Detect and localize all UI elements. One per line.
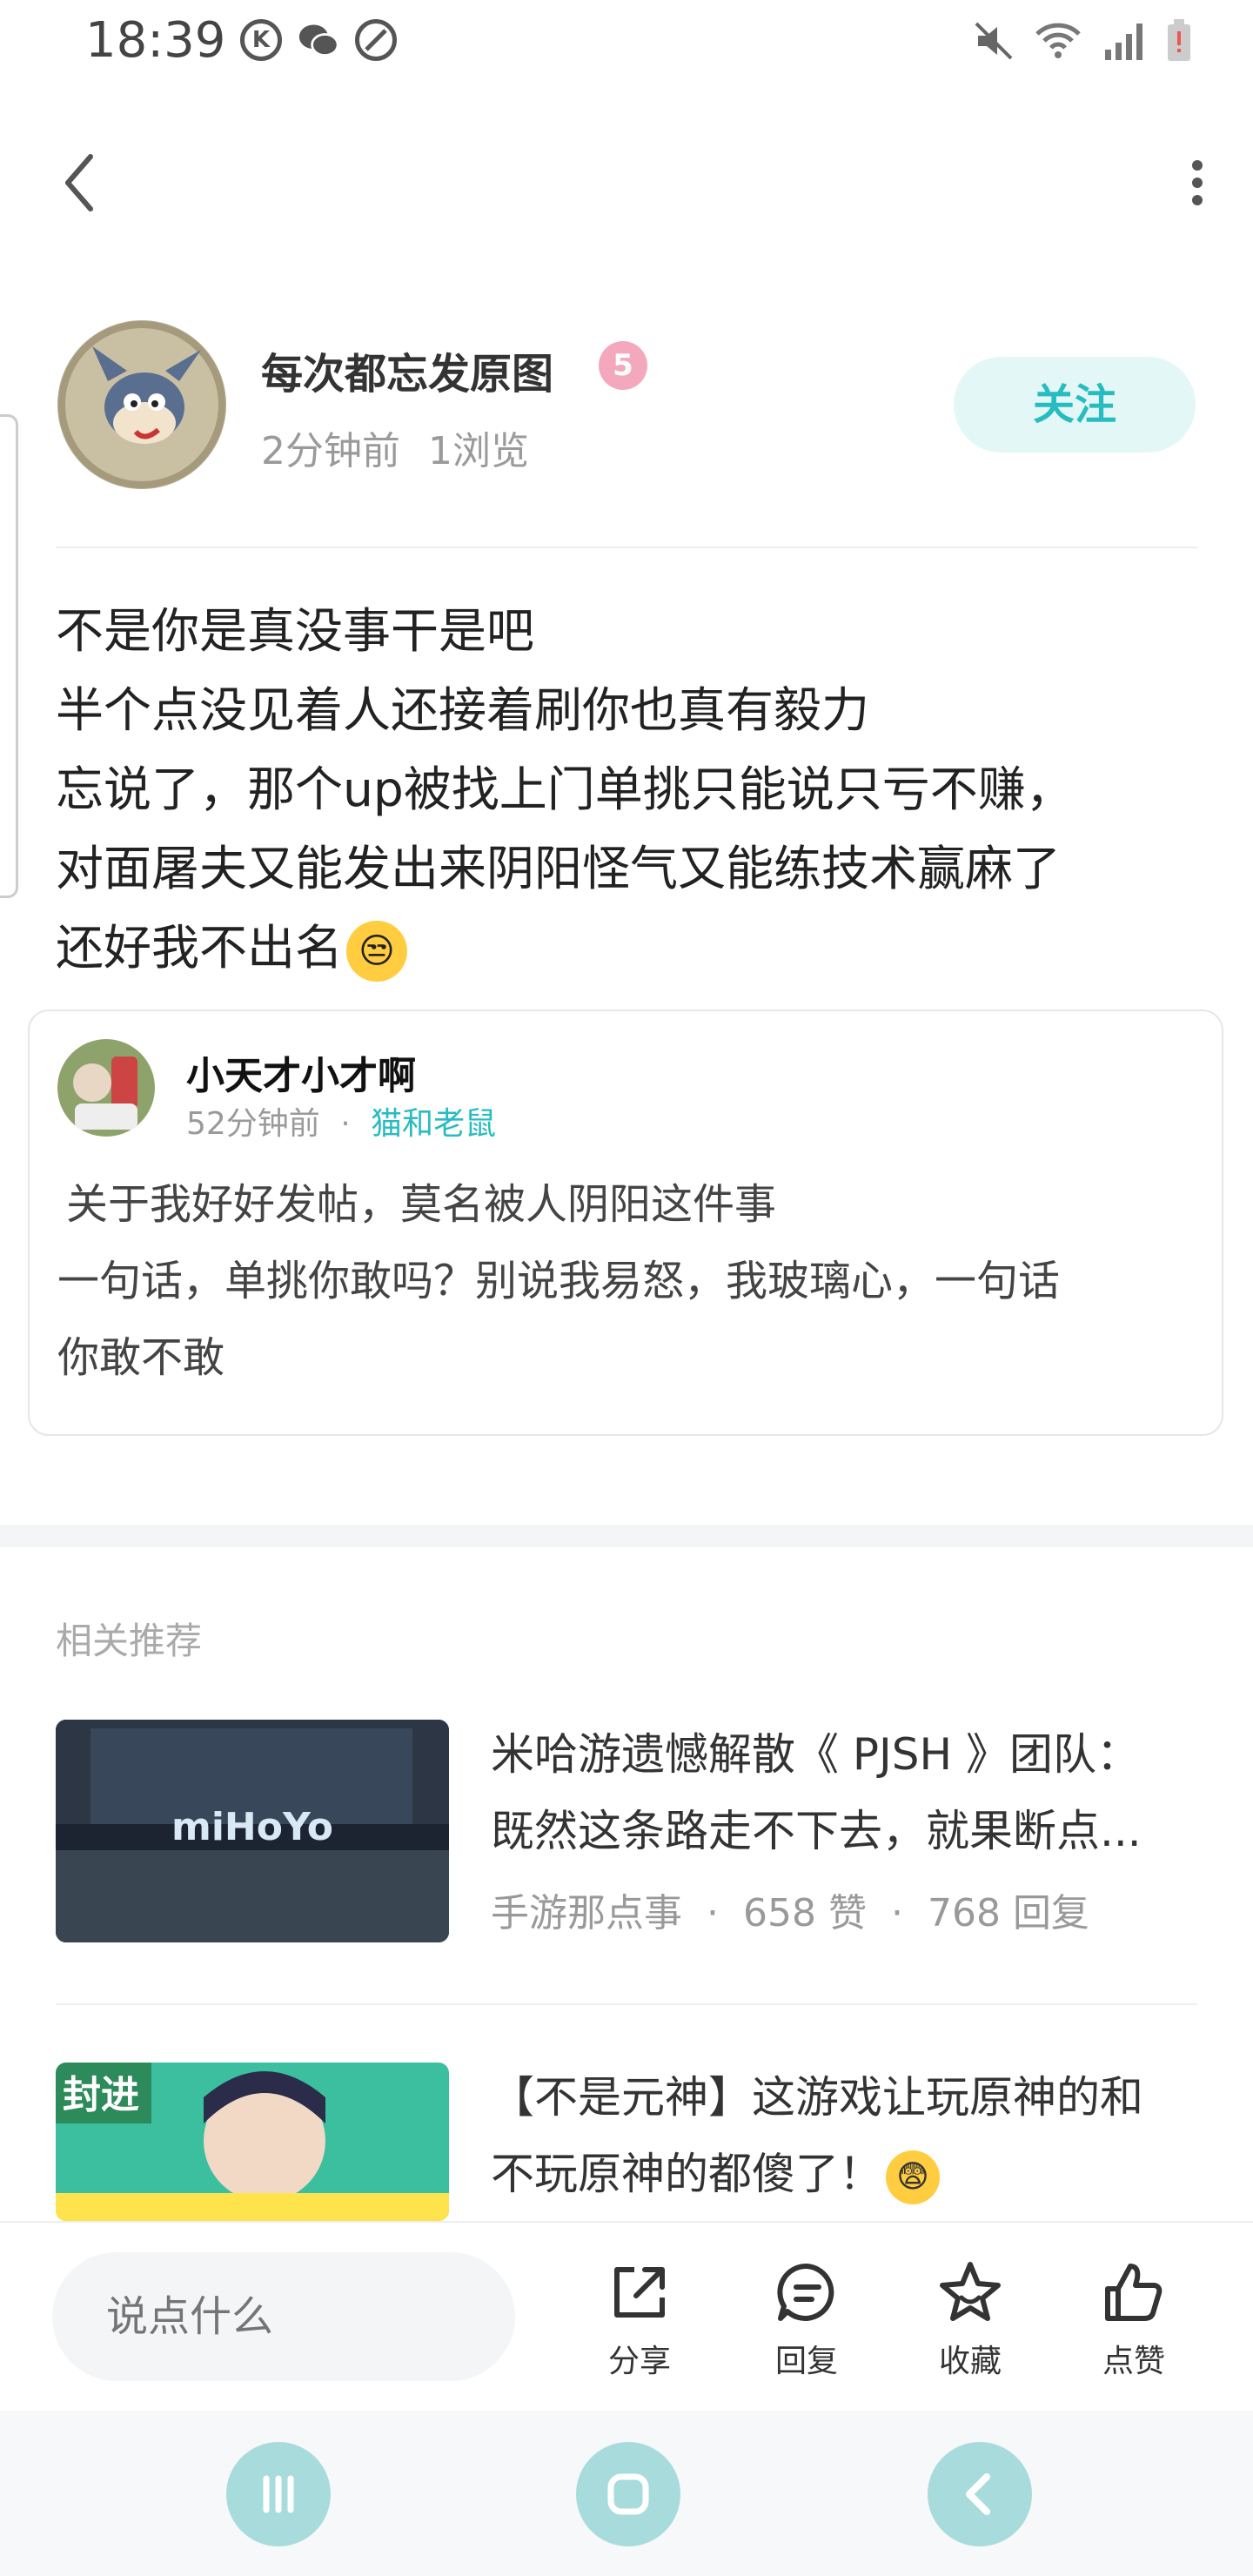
favorite-label: 收藏: [938, 2344, 1002, 2379]
related-title-line-2: 不玩原神的都傻了！ 😨: [491, 2136, 1204, 2212]
battery-icon: [1168, 19, 1190, 61]
home-icon: [607, 2473, 649, 2515]
quoted-line: 你敢不敢: [57, 1333, 225, 1382]
post-line-last: 还好我不出名 😒: [56, 909, 1204, 988]
thumb-logo-text: miHoYo: [171, 1805, 333, 1849]
related-title-text-2: 不玩原神的都傻了！: [491, 2149, 882, 2199]
more-button[interactable]: [1180, 157, 1215, 209]
post-meta: 2分钟前 1浏览: [261, 419, 529, 475]
related-likes: 658 赞: [743, 1891, 867, 1935]
like-button[interactable]: 点赞: [1069, 2257, 1199, 2381]
share-label: 分享: [607, 2344, 671, 2379]
related-thumbnail[interactable]: miHoYo: [56, 1720, 449, 1942]
related-title: 相关推荐: [56, 1620, 203, 1662]
comment-input[interactable]: [52, 2252, 515, 2381]
reply-button[interactable]: 回复: [741, 2257, 872, 2381]
quoted-post-text: 关于我好好发帖，莫名被人阴阳这件事 一句话，单挑你敢吗？别说我易怒，我玻璃心，一…: [57, 1166, 1189, 1396]
level-badge: 5: [599, 341, 647, 390]
quoted-tag[interactable]: 猫和老鼠: [371, 1106, 496, 1142]
separator: ·: [707, 1891, 719, 1935]
wechat-icon: [298, 19, 339, 61]
quoted-post-meta: 52分钟前 · 猫和老鼠: [186, 1098, 496, 1144]
chevron-left-icon: [65, 154, 93, 211]
post-line: 忘说了，那个up被找上门单挑只能说只亏不赚，: [56, 761, 1074, 817]
thumb-text: 封进: [63, 2073, 139, 2117]
post-views: 1浏览: [428, 429, 529, 473]
related-meta: 手游那点事 · 658 赞 · 768 回复: [491, 1882, 1089, 1937]
related-title-line: 【不是元神】这游戏让玩原神的和: [491, 2072, 1143, 2123]
status-icons-left: K: [240, 19, 397, 61]
share-icon: [614, 2267, 665, 2318]
favorite-button[interactable]: 收藏: [905, 2257, 1035, 2381]
fearful-emoji-icon: 😨: [886, 2150, 940, 2204]
separator: ·: [890, 1891, 903, 1935]
k-icon: K: [240, 19, 282, 61]
post-line-text: 还好我不出名: [56, 920, 344, 976]
divider: [56, 2003, 1197, 2005]
separator: ·: [340, 1106, 351, 1142]
recent-apps-button[interactable]: [226, 2442, 331, 2546]
author-name[interactable]: 每次都忘发原图: [261, 339, 553, 400]
divider: [56, 547, 1197, 548]
edge-handle[interactable]: [0, 414, 18, 898]
post-line: 不是你是真没事干是吧: [56, 603, 535, 659]
wifi-icon: [1035, 23, 1081, 58]
related-title-text[interactable]: 米哈游遗憾解散《 PJSH 》团队： 既然这条路走不下去，就果断点...: [491, 1716, 1204, 1869]
share-button[interactable]: 分享: [574, 2257, 705, 2381]
comment-icon: [777, 2263, 834, 2321]
more-vertical-icon: [1192, 160, 1203, 205]
status-icons-right: [973, 19, 1192, 63]
like-label: 点赞: [1102, 2344, 1165, 2379]
back-button[interactable]: [52, 148, 104, 218]
reply-label: 回复: [774, 2344, 838, 2379]
quoted-line: 一句话，单挑你敢吗？别说我易怒，我玻璃心，一句话: [57, 1257, 1061, 1305]
related-source: 手游那点事: [491, 1891, 682, 1935]
unamused-emoji-icon: 😒: [346, 920, 408, 982]
blocked-icon: [355, 19, 397, 61]
star-icon: [940, 2262, 1001, 2321]
follow-button[interactable]: 关注: [954, 357, 1196, 453]
post-body: 不是你是真没事干是吧 半个点没见着人还接着刷你也真有毅力 忘说了，那个up被找上…: [56, 592, 1204, 988]
system-back-button[interactable]: [928, 2442, 1032, 2546]
related-title-line: 米哈游遗憾解散《 PJSH 》团队：: [491, 1729, 1141, 1780]
quoted-line: 关于我好好发帖，莫名被人阴阳这件事: [66, 1180, 777, 1229]
post-time: 2分钟前: [261, 429, 400, 473]
signal-icon: [1105, 23, 1142, 60]
author-avatar[interactable]: [57, 320, 226, 489]
thumbs-up-icon: [1105, 2264, 1163, 2321]
section-divider: [0, 1525, 1253, 1547]
home-button[interactable]: [576, 2442, 680, 2546]
status-time: 18:39: [85, 12, 226, 69]
quoted-author-avatar[interactable]: [57, 1039, 155, 1137]
related-title-text[interactable]: 【不是元神】这游戏让玩原神的和 不玩原神的都傻了！ 😨: [491, 2059, 1204, 2212]
related-replies: 768 回复: [927, 1891, 1089, 1935]
quoted-author-name[interactable]: 小天才小才啊: [186, 1044, 416, 1100]
post-line: 对面屠夫又能发出来阴阳怪气又能练技术赢麻了: [56, 841, 1062, 896]
back-arrow-icon: [966, 2473, 990, 2515]
related-title-line: 既然这条路走不下去，就果断点...: [491, 1806, 1142, 1856]
related-thumbnail[interactable]: 封进: [56, 2063, 449, 2221]
recent-apps-icon: [263, 2475, 294, 2513]
mute-icon: [975, 22, 1013, 60]
post-line: 半个点没见着人还接着刷你也真有毅力: [56, 682, 870, 738]
quoted-time: 52分钟前: [186, 1106, 320, 1142]
